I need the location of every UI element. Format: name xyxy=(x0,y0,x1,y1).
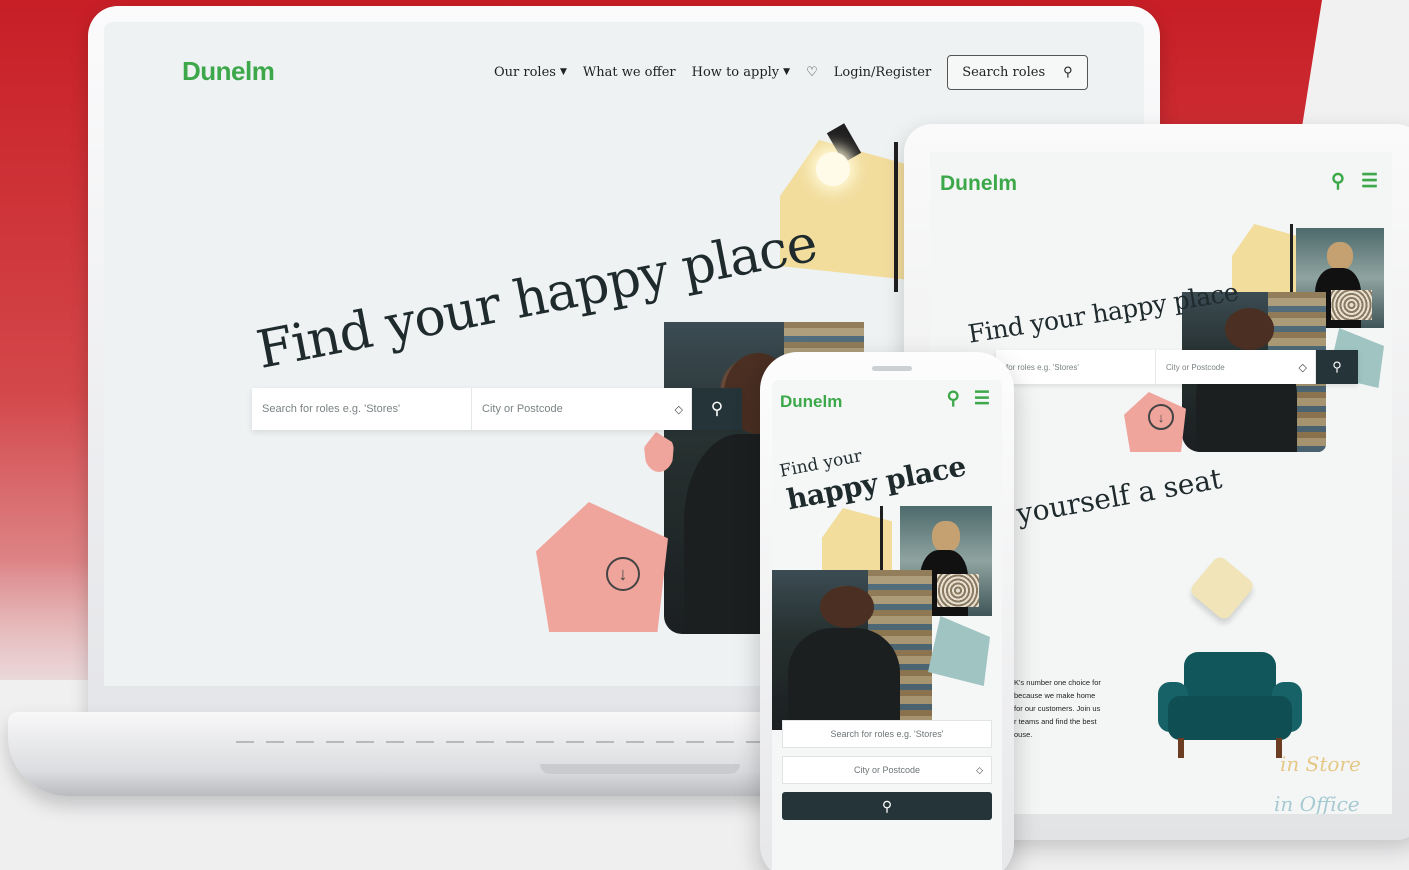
location-placeholder: City or Postcode xyxy=(1166,362,1225,372)
intro-line: because we make home xyxy=(1014,691,1096,700)
nav-how-to-apply[interactable]: How to apply ▼ xyxy=(692,65,790,80)
logo-text: Dunelm xyxy=(182,56,275,86)
phone-screen: Dunelm ⚲ ☰ Find your happy place Search … xyxy=(772,380,1002,870)
role-search-input[interactable]: Search for roles e.g. 'Stores' xyxy=(782,720,992,748)
pink-shape xyxy=(536,502,668,632)
search-submit-button[interactable]: ⚲ xyxy=(692,388,742,430)
cushion-image xyxy=(1188,554,1256,622)
nav-what-we-offer-label: What we offer xyxy=(582,64,676,80)
nav-login-register-label: Login/Register xyxy=(833,64,932,80)
search-icon[interactable]: ⚲ xyxy=(947,388,960,409)
intro-line: ouse. xyxy=(1014,730,1033,739)
search-submit-button[interactable]: ⚲ xyxy=(782,792,992,820)
location-target-icon[interactable]: ◇ xyxy=(675,403,683,416)
nav-our-roles-label: Our roles xyxy=(494,64,556,80)
heart-icon: ♡ xyxy=(806,64,818,80)
search-icon: ⚲ xyxy=(1063,64,1073,80)
menu-icon[interactable]: ☰ xyxy=(1361,170,1378,193)
colleague-photo xyxy=(772,570,932,730)
teal-shape xyxy=(928,616,990,686)
search-icon: ⚲ xyxy=(881,797,893,814)
nav-how-to-apply-label: How to apply xyxy=(691,64,780,80)
nav-our-roles[interactable]: Our roles ▼ xyxy=(494,65,567,80)
keyboard-edge xyxy=(230,730,770,748)
tablet-header-icons: ⚲ ☰ xyxy=(1331,170,1378,193)
search-icon: ⚲ xyxy=(710,399,724,418)
nav-login-register[interactable]: Login/Register xyxy=(834,65,931,80)
hero-search-bar: Search for roles e.g. 'Stores' City or P… xyxy=(252,388,742,430)
intro-line: r teams and find the best xyxy=(1014,717,1097,726)
search-roles-button[interactable]: Search roles ⚲ xyxy=(947,54,1088,90)
role-search-placeholder: Search for roles e.g. 'Stores' xyxy=(830,729,944,739)
search-icon: ⚲ xyxy=(1332,359,1342,374)
logo-text: Dunelm xyxy=(940,172,1018,195)
dunelm-logo[interactable]: Dunelm xyxy=(780,392,842,412)
search-submit-button[interactable]: ⚲ xyxy=(1316,350,1358,384)
arrow-down-icon: ↓ xyxy=(618,563,628,584)
role-search-input[interactable]: for roles e.g. 'Stores' xyxy=(996,350,1156,384)
location-target-icon[interactable]: ◇ xyxy=(976,765,983,776)
logo-text: Dunelm xyxy=(780,392,843,411)
lamp-bulb xyxy=(816,152,850,186)
hero-search-bar: for roles e.g. 'Stores' City or Postcode… xyxy=(996,350,1358,384)
location-input[interactable]: City or Postcode ◇ xyxy=(782,756,992,784)
search-roles-label: Search roles xyxy=(962,64,1046,80)
main-nav: Our roles ▼ What we offer How to apply ▼… xyxy=(494,54,1088,90)
location-placeholder: City or Postcode xyxy=(853,765,921,775)
trackpad-notch xyxy=(540,764,740,774)
role-search-placeholder: Search for roles e.g. 'Stores' xyxy=(262,403,401,415)
intro-line: for our customers. Join us xyxy=(1014,704,1101,713)
scroll-down-button[interactable]: ↓ xyxy=(606,557,640,591)
intro-line: K's number one choice for xyxy=(1014,678,1101,687)
menu-icon[interactable]: ☰ xyxy=(974,388,990,409)
search-icon[interactable]: ⚲ xyxy=(1331,170,1345,193)
armchair-image xyxy=(1158,652,1302,762)
scroll-down-button[interactable]: ↓ xyxy=(1148,404,1174,430)
location-input[interactable]: City or Postcode ◇ xyxy=(472,388,692,430)
role-search-placeholder: for roles e.g. 'Stores' xyxy=(1006,362,1079,372)
phone-header-icons: ⚲ ☰ xyxy=(947,388,990,409)
location-target-icon[interactable]: ◇ xyxy=(1299,361,1307,374)
in-office-label: in Office xyxy=(1274,792,1360,814)
lamp-pole xyxy=(894,142,898,292)
intro-paragraph: K's number one choice for because we mak… xyxy=(1014,676,1124,741)
phone-speaker xyxy=(872,366,912,371)
chevron-down-icon: ▼ xyxy=(559,67,567,77)
dunelm-logo[interactable]: Dunelm xyxy=(182,56,275,87)
dunelm-logo[interactable]: Dunelm xyxy=(940,172,1017,196)
chevron-down-icon: ▼ xyxy=(783,67,791,77)
location-input[interactable]: City or Postcode ◇ xyxy=(1156,350,1316,384)
section-title: yourself a seat xyxy=(1014,461,1225,531)
in-store-label: in Store xyxy=(1280,752,1361,776)
arrow-down-icon: ↓ xyxy=(1157,409,1165,425)
role-search-input[interactable]: Search for roles e.g. 'Stores' xyxy=(252,388,472,430)
favourites-button[interactable]: ♡ xyxy=(806,65,818,80)
location-placeholder: City or Postcode xyxy=(482,403,563,415)
nav-what-we-offer[interactable]: What we offer xyxy=(583,65,676,80)
